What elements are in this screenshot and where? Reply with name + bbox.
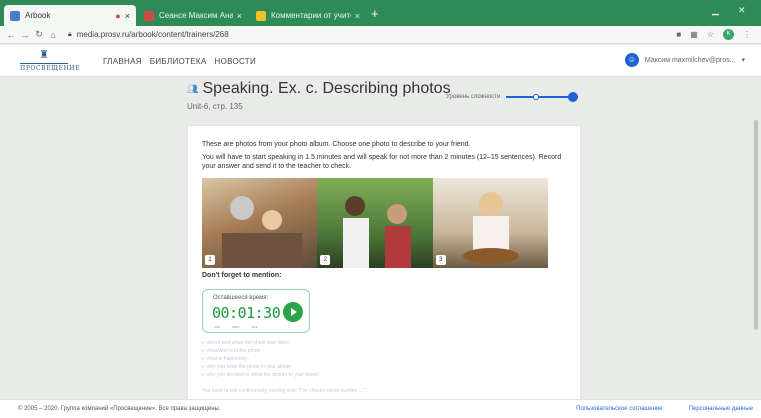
list-item: what is happening [202,355,318,363]
list-item: what/who is in the photo [202,347,318,355]
page-subtitle: Unit-6, стр. 135 [187,102,243,111]
photo-number: 3 [435,255,446,265]
logo-emblem-icon: ♜ [39,49,49,61]
tab-title: Комментарии от учителей - Go [271,11,351,20]
task-card: These are photos from your photo album. … [187,125,581,400]
user-name: Максим maxmilchev@pros... [644,56,736,64]
minimize-icon[interactable]: ▁ [712,5,719,16]
browser-tab-bar: Arbook ● × Сеансе Максим Анатолевич × Ко… [0,0,761,26]
bookmark-star-icon[interactable]: ☆ [707,30,714,39]
reload-icon[interactable]: ↻ [32,29,46,40]
photo-1[interactable]: 1 [202,178,318,268]
site-footer: © 2005 – 2020. Группа компаний «Просвеще… [0,399,761,418]
task-instructions: You will have to start speaking in 1.5 m… [202,154,562,170]
timer-unit-hours: час [214,324,221,329]
task-intro: These are photos from your photo album. … [202,141,471,148]
url-field[interactable]: 🔒︎ media.prosv.ru/arbook/content/trainer… [68,30,229,39]
new-tab-button[interactable]: + [371,5,379,23]
continuation-note: You have to talk continuously, starting … [202,388,365,394]
tab-arbook[interactable]: Arbook ● × [4,5,136,26]
browser-profile-avatar[interactable]: K [723,29,734,40]
people-icon: 👥︎ [187,83,199,94]
timer-unit-seconds: сек [251,324,258,329]
photo-strip: 1 2 3 [202,178,548,268]
tab-comments[interactable]: Комментарии от учителей - Go × [250,5,366,26]
recording-dot-icon: ● [115,10,121,21]
tab-close-icon[interactable]: × [125,11,130,21]
page-title-text: Speaking. Ex. c. Describing photos [202,80,451,97]
photo-number: 2 [320,255,331,265]
chevron-down-icon: ▾ [741,57,745,64]
play-button[interactable] [283,302,303,322]
tab-title: Arbook [25,11,51,20]
logo-wordmark: ПРОСВЕЩЕНИЕ [20,63,81,72]
mention-points: where and when the photo was taken what/… [202,339,318,379]
translate-icon[interactable]: ▦ [690,30,698,39]
page-title: 👥︎ Speaking. Ex. c. Describing photos [187,80,451,98]
timer-label: Оставшееся время: [213,295,269,301]
browser-menu-icon[interactable]: ⋮ [743,30,751,39]
forward-arrow-icon[interactable]: → [18,30,32,40]
site-header: ♜ ПРОСВЕЩЕНИЕ ГЛАВНАЯ БИБЛИОТЕКА НОВОСТИ… [0,45,761,77]
timer-value: 00:01:30 [212,304,281,322]
extension-icon[interactable]: ■ [676,30,681,39]
url-text: media.prosv.ru/arbook/content/trainers/2… [76,30,229,39]
tab-close-icon[interactable]: × [355,11,360,21]
personal-data-link[interactable]: Персональные данные [689,406,753,412]
lock-icon: 🔒︎ [68,30,72,38]
session-favicon-icon [144,10,154,21]
difficulty-step-marker [533,94,540,100]
user-menu[interactable]: ☺ Максим maxmilchev@pros... ▾ [624,53,745,67]
page-scrollbar[interactable] [753,80,759,400]
tab-close-icon[interactable]: × [237,11,242,21]
home-icon[interactable]: ⌂ [46,30,60,40]
difficulty-slider-handle[interactable] [568,92,579,102]
timer-unit-minutes: мин [232,324,240,329]
mention-heading: Don't forget to mention: [202,272,282,279]
close-window-icon[interactable]: ✕ [738,5,746,16]
list-item: why you keep the photo in your album [202,363,318,371]
arbook-favicon-icon [10,10,20,21]
scroll-thumb[interactable] [754,120,758,330]
nav-home[interactable]: ГЛАВНАЯ [103,57,142,66]
page-heading: 👥︎ Speaking. Ex. c. Describing photos Un… [187,80,451,111]
footer-links: Пользовательское соглашение Персональные… [576,406,753,412]
difficulty-control: Уровень сложности [446,92,579,102]
tab-title: Сеансе Максим Анатолевич [159,11,233,20]
photo-3-image [462,192,519,264]
photo-3[interactable]: 3 [432,178,548,268]
tab-session[interactable]: Сеансе Максим Анатолевич × [138,5,248,26]
photo-number: 1 [205,255,215,265]
photo-2[interactable]: 2 [317,178,433,268]
countdown-timer: Оставшееся время: 00:01:30 час мин сек [202,289,310,333]
photo-2-image [343,196,412,268]
main-nav: ГЛАВНАЯ БИБЛИОТЕКА НОВОСТИ [103,57,256,66]
photo-1-image [222,196,302,268]
copyright-text: © 2005 – 2020. Группа компаний «Просвеще… [18,406,221,412]
difficulty-slider[interactable] [506,92,579,102]
list-item: where and when the photo was taken [202,339,318,347]
address-bar: ← → ↻ ⌂ 🔒︎ media.prosv.ru/arbook/content… [0,26,761,44]
user-agreement-link[interactable]: Пользовательское соглашение [576,406,662,412]
logo[interactable]: ♜ ПРОСВЕЩЕНИЕ [20,49,81,72]
timer-units: час мин сек [214,324,258,329]
nav-library[interactable]: БИБЛИОТЕКА [150,57,207,66]
back-arrow-icon[interactable]: ← [4,30,18,40]
comments-favicon-icon [256,10,266,21]
nav-news[interactable]: НОВОСТИ [215,57,257,66]
difficulty-label: Уровень сложности [446,94,501,100]
list-item: why you decided to show the picture to y… [202,371,318,379]
user-avatar-icon: ☺ [624,53,639,67]
